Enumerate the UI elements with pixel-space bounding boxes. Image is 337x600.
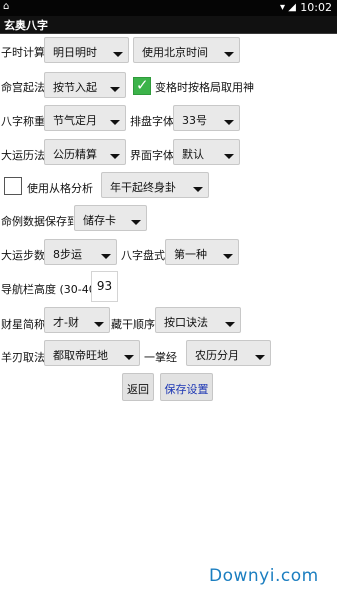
chevron-down-icon (124, 355, 134, 360)
chengzhong-value: 节气定月 (53, 114, 97, 127)
chevron-down-icon (223, 254, 233, 259)
yizhang-label: 一掌经 (144, 351, 177, 364)
yizhang-dropdown[interactable]: 农历分月 (186, 340, 271, 366)
save-location-dropdown[interactable]: 储存卡 (74, 205, 147, 231)
dayun-calendar-dropdown[interactable]: 公历精算 (44, 139, 126, 165)
caixing-dropdown[interactable]: 才-财 (44, 307, 110, 333)
wifi-icon: ▾ (279, 2, 285, 13)
save-location-label: 命例数据保存到 (1, 215, 78, 228)
caixing-label: 财星简称 (1, 318, 45, 331)
chevron-down-icon (224, 52, 234, 57)
zishi-value: 明日明时 (53, 46, 97, 59)
save-button-label: 保存设置 (164, 383, 209, 396)
dayun-calendar-label: 大运历法 (1, 149, 45, 162)
dayun-calendar-value: 公历精算 (53, 148, 97, 161)
nav-height-value: 93 (96, 279, 113, 293)
canggan-dropdown[interactable]: 按口诀法 (155, 307, 241, 333)
minggong-value: 按节入起 (53, 81, 97, 94)
ui-font-label: 界面字体 (130, 149, 174, 162)
yangren-label: 羊刃取法 (1, 351, 45, 364)
paipan-font-value: 33号 (182, 114, 207, 127)
chevron-down-icon (224, 120, 234, 125)
canggan-label: 藏干顺序 (111, 318, 155, 331)
chevron-down-icon (113, 52, 123, 57)
app-title: 玄奥八字 (4, 19, 48, 32)
back-button-label: 返回 (127, 383, 149, 396)
zishi-label: 子时计算 (1, 46, 45, 59)
back-button[interactable]: 返回 (122, 373, 154, 401)
bazi-panshi-dropdown[interactable]: 第一种 (165, 239, 239, 265)
yangren-dropdown[interactable]: 都取帝旺地 (44, 340, 140, 366)
bazi-panshi-value: 第一种 (174, 248, 207, 261)
ui-font-dropdown[interactable]: 默认 (173, 139, 240, 165)
congge-checkbox[interactable] (4, 177, 22, 195)
save-location-value: 储存卡 (83, 214, 116, 227)
save-settings-button[interactable]: 保存设置 (160, 373, 213, 401)
chevron-down-icon (101, 254, 111, 259)
canggan-value: 按口诀法 (164, 316, 208, 329)
yangren-value: 都取帝旺地 (53, 349, 108, 362)
watermark-logo: Downyi.com (209, 566, 319, 586)
dayun-steps-value: 8步运 (53, 248, 82, 261)
chevron-down-icon (224, 154, 234, 159)
ui-font-value: 默认 (182, 148, 204, 161)
status-bar: ⌂ ▾ ◢ 10:02 (0, 0, 337, 16)
minggong-label: 命宫起法 (1, 81, 45, 94)
chengzhong-label: 八字称重 (1, 115, 45, 128)
zishi-dropdown[interactable]: 明日明时 (44, 37, 129, 63)
caixing-value: 才-财 (53, 316, 79, 329)
chevron-down-icon (225, 322, 235, 327)
app-icon: ⌂ (3, 1, 10, 12)
chevron-down-icon (110, 87, 120, 92)
checkmark-icon: ✓ (136, 76, 149, 94)
dayun-steps-label: 大运步数 (1, 249, 45, 262)
minggong-dropdown[interactable]: 按节入起 (44, 72, 126, 98)
biange-checkbox[interactable]: ✓ (133, 76, 151, 95)
congge-label: 使用从格分析 (27, 182, 93, 195)
biange-label: 变格时按格局取用神 (155, 81, 254, 94)
nianqian-dropdown[interactable]: 年干起终身卦 (101, 172, 209, 198)
paipan-font-label: 排盘字体 (130, 115, 174, 128)
signal-icon: ◢ (288, 2, 296, 13)
chevron-down-icon (131, 220, 141, 225)
chevron-down-icon (110, 154, 120, 159)
time-basis-dropdown[interactable]: 使用北京时间 (133, 37, 240, 63)
paipan-font-dropdown[interactable]: 33号 (173, 105, 240, 131)
chengzhong-dropdown[interactable]: 节气定月 (44, 105, 126, 131)
time-basis-value: 使用北京时间 (142, 46, 208, 59)
chevron-down-icon (94, 322, 104, 327)
nav-height-input[interactable]: 93 (91, 271, 118, 302)
bazi-panshi-label: 八字盘式 (121, 249, 165, 262)
chevron-down-icon (193, 187, 203, 192)
nianqian-value: 年干起终身卦 (110, 181, 176, 194)
status-time: 10:02 (300, 1, 332, 14)
yizhang-value: 农历分月 (195, 349, 239, 362)
chevron-down-icon (110, 120, 120, 125)
app-title-bar: 玄奥八字 (0, 16, 337, 34)
dayun-steps-dropdown[interactable]: 8步运 (44, 239, 117, 265)
chevron-down-icon (255, 355, 265, 360)
